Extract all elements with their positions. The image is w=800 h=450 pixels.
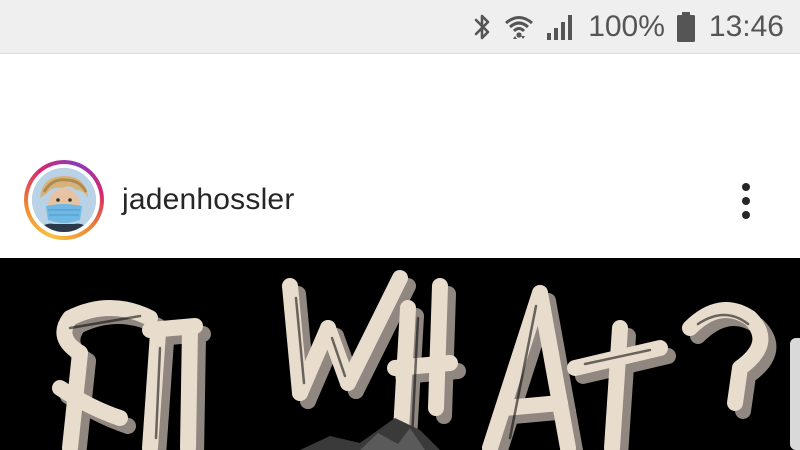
phone-screen: 100% 13:46 jadenhossler (0, 0, 800, 450)
bluetooth-icon (472, 12, 492, 42)
status-icons: 100% 13:46 (472, 0, 784, 54)
status-bar: 100% 13:46 (0, 0, 800, 54)
avatar[interactable] (32, 168, 96, 232)
post-username[interactable]: jadenhossler (122, 183, 295, 217)
battery-icon (676, 12, 695, 42)
story-ring[interactable] (24, 160, 104, 240)
post-header: jadenhossler (0, 150, 800, 250)
more-options-button[interactable] (726, 176, 766, 226)
scroll-handle[interactable] (790, 338, 800, 450)
signal-icon (546, 13, 576, 41)
post-image[interactable] (0, 258, 800, 450)
post-image-artwork (52, 270, 777, 450)
wifi-icon (504, 12, 534, 42)
battery-percent: 100% (588, 10, 665, 43)
clock: 13:46 (708, 10, 784, 43)
more-vertical-icon (742, 183, 750, 191)
